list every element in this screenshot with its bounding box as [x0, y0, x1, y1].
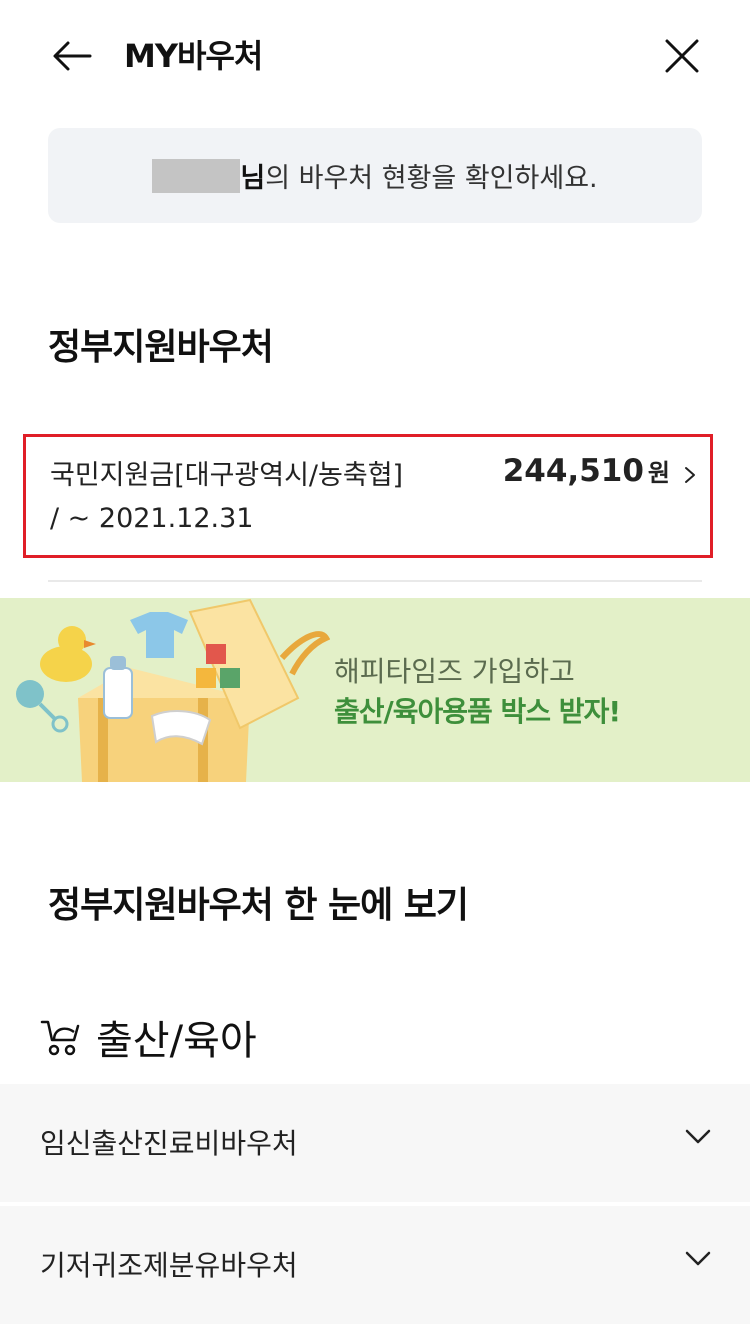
stroller-icon: [40, 1020, 80, 1056]
banner-line-2: 출산/육아용품 박스 받자!: [334, 695, 621, 728]
accordion-item[interactable]: 기저귀조제분유바우처: [0, 1206, 750, 1324]
voucher-amount-unit: 원: [647, 459, 670, 487]
category-header: 출산/육아: [40, 1008, 257, 1066]
close-icon: [665, 39, 699, 73]
baby-gift-box-illustration: [16, 598, 330, 782]
chevron-down-icon: [685, 1251, 711, 1266]
accordion-item-label: 임신출산진료비바우처: [40, 1127, 298, 1160]
voucher-name: 국민지원금[대구광역시/농축협]: [50, 460, 404, 491]
banner-line-1: 해피타임즈 가입하고: [334, 655, 575, 688]
masked-username: [152, 158, 241, 193]
voucher-period: / ~ 2021.12.31: [50, 503, 254, 534]
voucher-amount-value: 244,510: [502, 453, 644, 489]
voucher-amount: 244,510 원: [503, 453, 670, 489]
accordion-item-label: 기저귀조제분유바우처: [40, 1249, 298, 1282]
greeting-box: 님 의 바우처 현황을 확인하세요.: [48, 128, 702, 223]
overview-section-title: 정부지원바우처 한 눈에 보기: [48, 885, 469, 926]
gov-voucher-section-title: 정부지원바우처: [48, 327, 274, 368]
greeting-message: 의 바우처 현황을 확인하세요.: [265, 163, 598, 194]
category-label: 출산/육아: [96, 1018, 257, 1064]
chevron-down-icon: [685, 1129, 711, 1144]
voucher-item[interactable]: 국민지원금[대구광역시/농축협] / ~ 2021.12.31 244,510 원: [23, 434, 713, 558]
section-divider: [48, 580, 702, 582]
greeting-suffix: 님: [240, 163, 266, 194]
arrow-left-icon: [53, 41, 92, 71]
back-button[interactable]: [48, 34, 96, 78]
page-title: MY바우처: [124, 37, 263, 75]
app-header: MY바우처: [0, 0, 750, 112]
chevron-right-icon: [685, 467, 695, 483]
close-button[interactable]: [660, 34, 704, 78]
accordion-item[interactable]: 임신출산진료비바우처: [0, 1084, 750, 1202]
